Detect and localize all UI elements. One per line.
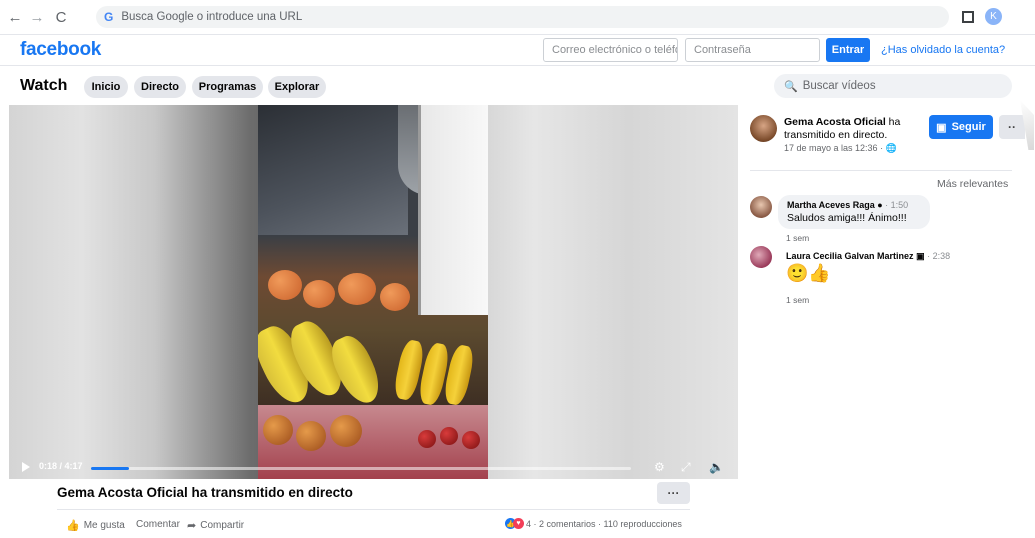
follow-icon: ▣ [936,121,947,134]
fullscreen-icon[interactable]: ⤢ [681,460,691,475]
email-field[interactable]: Correo electrónico o teléfono [543,38,678,62]
video-scene-fruit [303,280,335,308]
like-label: Me gusta [83,520,125,531]
comment-author-name: Laura Cecilia Galvan Martinez [786,251,914,261]
panel-divider [750,170,1012,171]
share-label: Compartir [200,520,245,531]
author-more-button[interactable]: ·· [999,115,1025,139]
video-controls: 0:18 / 4:17 ⚙ ⤢ 🔈 [9,457,738,479]
thumbs-up-icon: 👍 [66,520,80,532]
video-progress-fill [91,467,129,470]
stats-text: 4 · 2 comentarios · 110 reproducciones [526,518,682,529]
video-scene-fruit [268,270,302,300]
facebook-logo[interactable]: facebook [20,39,101,61]
page-title: Watch [20,77,68,94]
comment-avatar[interactable] [750,196,772,218]
forgot-account-link[interactable]: ¿Has olvidado la cuenta? [881,44,1005,56]
share-arrow-icon: ➦ [187,520,197,532]
play-icon[interactable] [22,462,30,472]
comment-author-name: Martha Aceves Raga [787,200,875,210]
login-button[interactable]: Entrar [826,38,870,62]
side-panel-icon[interactable] [962,11,974,23]
profile-avatar[interactable]: K [985,8,1002,25]
globe-icon: 🌐 [885,143,897,153]
comment-label: Comentar [136,519,180,530]
video-scene-fruit [330,415,362,447]
settings-gear-icon[interactable]: ⚙ [654,460,665,474]
comment-timestamp[interactable]: · 1:50 [883,200,908,210]
video-player[interactable]: 0:18 / 4:17 ⚙ ⤢ 🔈 [9,105,738,479]
post-more-button[interactable]: ··· [657,482,690,504]
comment-button[interactable]: Comentar [136,519,180,530]
post-title: Gema Acosta Oficial ha transmitido en di… [57,485,353,500]
forward-arrow-icon[interactable]: → [28,8,46,26]
video-scene-shirt [418,105,488,315]
author-avatar[interactable] [750,115,777,142]
video-frame [258,105,488,479]
facebook-header: facebook Correo electrónico o teléfono C… [0,34,1035,65]
comment-sort-dropdown[interactable]: Más relevantes [937,178,1008,190]
video-scene-awning [258,105,408,235]
comment-age[interactable]: 1 sem [786,295,809,305]
reload-icon[interactable]: C [52,8,70,26]
post-divider [57,509,690,510]
tab-explorar[interactable]: Explorar [268,76,326,98]
tab-programas[interactable]: Programas [192,76,263,98]
address-bar[interactable]: G Busca Google o introduce una URL [96,6,949,28]
video-time: 0:18 / 4:17 [39,461,83,471]
video-scene-fruit [418,430,436,448]
share-button[interactable]: ➦ Compartir [187,519,244,532]
comment-text: Saludos amiga!!! Ánimo!!! [787,212,907,224]
comment-avatar[interactable] [750,246,772,268]
video-scene-fruit [338,273,376,305]
follow-button[interactable]: ▣ Seguir [929,115,993,139]
video-progress-bar[interactable] [91,467,631,470]
comment-timestamp[interactable]: · 2:38 [925,251,950,261]
video-scene-fruit [462,431,480,449]
author-name[interactable]: Gema Acosta Oficial [784,116,886,128]
comment-age[interactable]: 1 sem [786,233,809,243]
search-placeholder: Buscar vídeos [802,80,876,92]
follow-label: Seguir [951,121,986,133]
love-reaction-icon: ♥ [513,518,524,529]
like-button[interactable]: 👍 Me gusta [66,519,125,532]
comment-emoji: 🙂👍 [786,263,831,283]
comment-author[interactable]: Martha Aceves Raga ● · 1:50 [787,200,921,210]
comment-author[interactable]: Laura Cecilia Galvan Martinez ▣ · 2:38 [786,251,950,262]
search-icon: 🔍 [784,80,798,93]
password-field[interactable]: Contraseña [685,38,820,62]
browser-toolbar: ← → C G Busca Google o introduce una URL… [0,0,1035,34]
comment-bubble: Martha Aceves Raga ● · 1:50 Saludos amig… [778,195,930,229]
address-placeholder: Busca Google o introduce una URL [121,11,303,23]
volume-icon[interactable]: 🔈 [709,460,724,474]
google-icon: G [104,10,114,24]
video-scene-fruit [263,415,293,445]
search-input[interactable]: 🔍 Buscar vídeos [774,74,1012,98]
author-line: Gema Acosta Oficial ha transmitido en di… [784,116,924,142]
tab-directo[interactable]: Directo [134,76,186,98]
post-date-text: 17 de mayo a las 12:36 · [784,143,886,153]
tab-inicio[interactable]: Inicio [84,76,128,98]
video-scene-fruit [380,283,410,311]
post-date[interactable]: 17 de mayo a las 12:36 · 🌐 [784,143,897,154]
watch-navbar: Watch Inicio Directo Programas Explorar … [0,65,1035,105]
video-scene-fruit [296,421,326,451]
video-scene-fruit [440,427,458,445]
info-icon: ▣ [916,251,925,261]
post-stats[interactable]: 👍 ♥ 4 · 2 comentarios · 110 reproduccion… [505,518,682,529]
back-arrow-icon[interactable]: ← [6,8,24,26]
